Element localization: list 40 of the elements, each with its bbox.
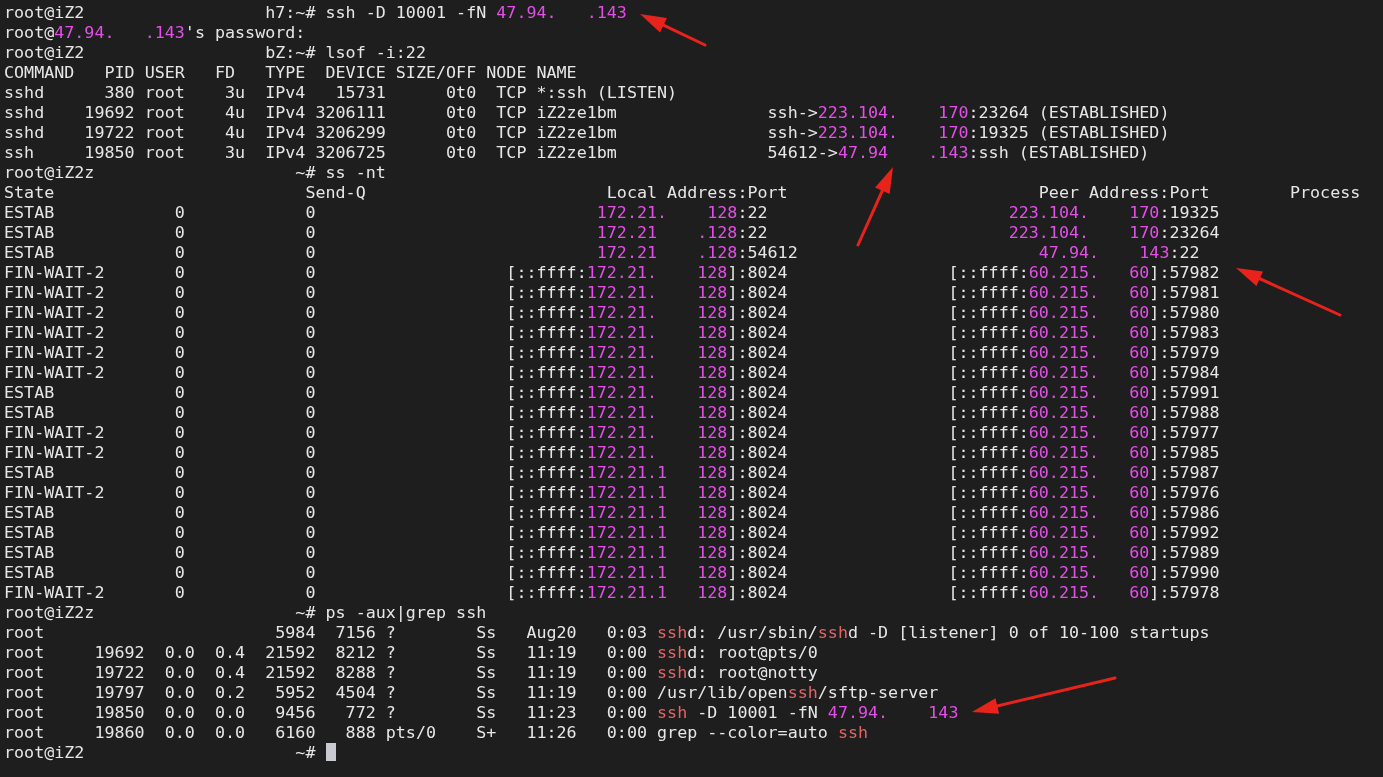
terminal-line: ESTAB 0 0 [::ffff:172.21.1 128]:8024 [::ffff:60.215. 60]:57986 <box>4 502 1220 522</box>
terminal-line: FIN-WAIT-2 0 0 [::ffff:172.21. 128]:8024 [::ffff:60.215. 60]:57977 <box>4 422 1220 442</box>
terminal-line: root 19850 0.0 0.0 9456 772 ? Ss 11:23 0:00 ssh -D 10001 -fN 47.94. 143 <box>4 702 959 722</box>
terminal-line: sshd 380 root 3u IPv4 15731 0t0 TCP *:ssh (LISTEN) <box>4 82 678 102</box>
terminal-line: COMMAND PID USER FD TYPE DEVICE SIZE/OFF NODE NAME <box>4 62 577 82</box>
terminal-line: ESTAB 0 0 172.21 .128:54612 47.94. 143:22 <box>4 242 1200 262</box>
cursor <box>325 743 336 761</box>
terminal-line: FIN-WAIT-2 0 0 [::ffff:172.21. 128]:8024 [::ffff:60.215. 60]:57984 <box>4 362 1220 382</box>
terminal-line: sshd 19722 root 4u IPv4 3206299 0t0 TCP iZ2ze1bm ssh->223.104. 170:19325 (ESTABLISHED) <box>4 122 1170 142</box>
terminal-line: root@iZ2z ~# ps -aux|grep ssh <box>4 602 487 622</box>
terminal-line: sshd 19692 root 4u IPv4 3206111 0t0 TCP iZ2ze1bm ssh->223.104. 170:23264 (ESTABLISHED) <box>4 102 1170 122</box>
terminal-line: root 19860 0.0 0.0 6160 888 pts/0 S+ 11:26 0:00 grep --color=auto ssh <box>4 722 869 742</box>
terminal-line: root 5984 7156 ? Ss Aug20 0:03 sshd: /usr/sbin/sshd -D [listener] 0 of 10-100 startups <box>4 622 1210 642</box>
terminal-line: FIN-WAIT-2 0 0 [::ffff:172.21.1 128]:8024 [::ffff:60.215. 60]:57976 <box>4 482 1220 502</box>
terminal-line: FIN-WAIT-2 0 0 [::ffff:172.21. 128]:8024 [::ffff:60.215. 60]:57985 <box>4 442 1220 462</box>
annotation-arrow <box>640 14 707 47</box>
terminal-line: root@iZ2z ~# ss -nt <box>4 162 386 182</box>
terminal-line: FIN-WAIT-2 0 0 [::ffff:172.21.1 128]:8024 [::ffff:60.215. 60]:57978 <box>4 582 1220 602</box>
terminal-line: root 19722 0.0 0.4 21592 8288 ? Ss 11:19 0:00 sshd: root@notty <box>4 662 818 682</box>
terminal-line: ESTAB 0 0 [::ffff:172.21. 128]:8024 [::ffff:60.215. 60]:57988 <box>4 402 1220 422</box>
terminal-line: root 19797 0.0 0.2 5952 4504 ? Ss 11:19 0:00 /usr/lib/openssh/sftp-server <box>4 682 939 702</box>
terminal-line: FIN-WAIT-2 0 0 [::ffff:172.21. 128]:8024 [::ffff:60.215. 60]:57980 <box>4 302 1220 322</box>
terminal-line: ESTAB 0 0 [::ffff:172.21.1 128]:8024 [::ffff:60.215. 60]:57987 <box>4 462 1220 482</box>
terminal-line: root@iZ2 ~# <box>4 742 336 762</box>
terminal-line: ESTAB 0 0 [::ffff:172.21.1 128]:8024 [::ffff:60.215. 60]:57990 <box>4 562 1220 582</box>
terminal-line: FIN-WAIT-2 0 0 [::ffff:172.21. 128]:8024 [::ffff:60.215. 60]:57981 <box>4 282 1220 302</box>
terminal-line: ssh 19850 root 3u IPv4 3206725 0t0 TCP iZ2ze1bm 54612->47.94 .143:ssh (ESTABLISHED) <box>4 142 1150 162</box>
terminal-line: ESTAB 0 0 172.21. 128:22 223.104. 170:19325 <box>4 202 1220 222</box>
terminal-line: ESTAB 0 0 [::ffff:172.21.1 128]:8024 [::ffff:60.215. 60]:57989 <box>4 542 1220 562</box>
terminal-line: root 19692 0.0 0.4 21592 8212 ? Ss 11:19 0:00 sshd: root@pts/0 <box>4 642 818 662</box>
terminal-line: State Send-Q Local Address:Port Peer Address:Port Process <box>4 182 1361 202</box>
terminal-line: ESTAB 0 0 [::ffff:172.21. 128]:8024 [::ffff:60.215. 60]:57991 <box>4 382 1220 402</box>
terminal-line: FIN-WAIT-2 0 0 [::ffff:172.21. 128]:8024 [::ffff:60.215. 60]:57982 <box>4 262 1220 282</box>
terminal-line: root@47.94. .143's password: <box>4 22 306 42</box>
terminal-line: FIN-WAIT-2 0 0 [::ffff:172.21. 128]:8024 [::ffff:60.215. 60]:57979 <box>4 342 1220 362</box>
terminal-line: root@iZ2 bZ:~# lsof -i:22 <box>4 42 426 62</box>
terminal-line: ESTAB 0 0 172.21 .128:22 223.104. 170:23264 <box>4 222 1220 242</box>
terminal-line: ESTAB 0 0 [::ffff:172.21.1 128]:8024 [::ffff:60.215. 60]:57992 <box>4 522 1220 542</box>
terminal-line: root@iZ2 h7:~# ssh -D 10001 -fN 47.94. .143 <box>4 2 627 22</box>
terminal-line: FIN-WAIT-2 0 0 [::ffff:172.21. 128]:8024 [::ffff:60.215. 60]:57983 <box>4 322 1220 342</box>
